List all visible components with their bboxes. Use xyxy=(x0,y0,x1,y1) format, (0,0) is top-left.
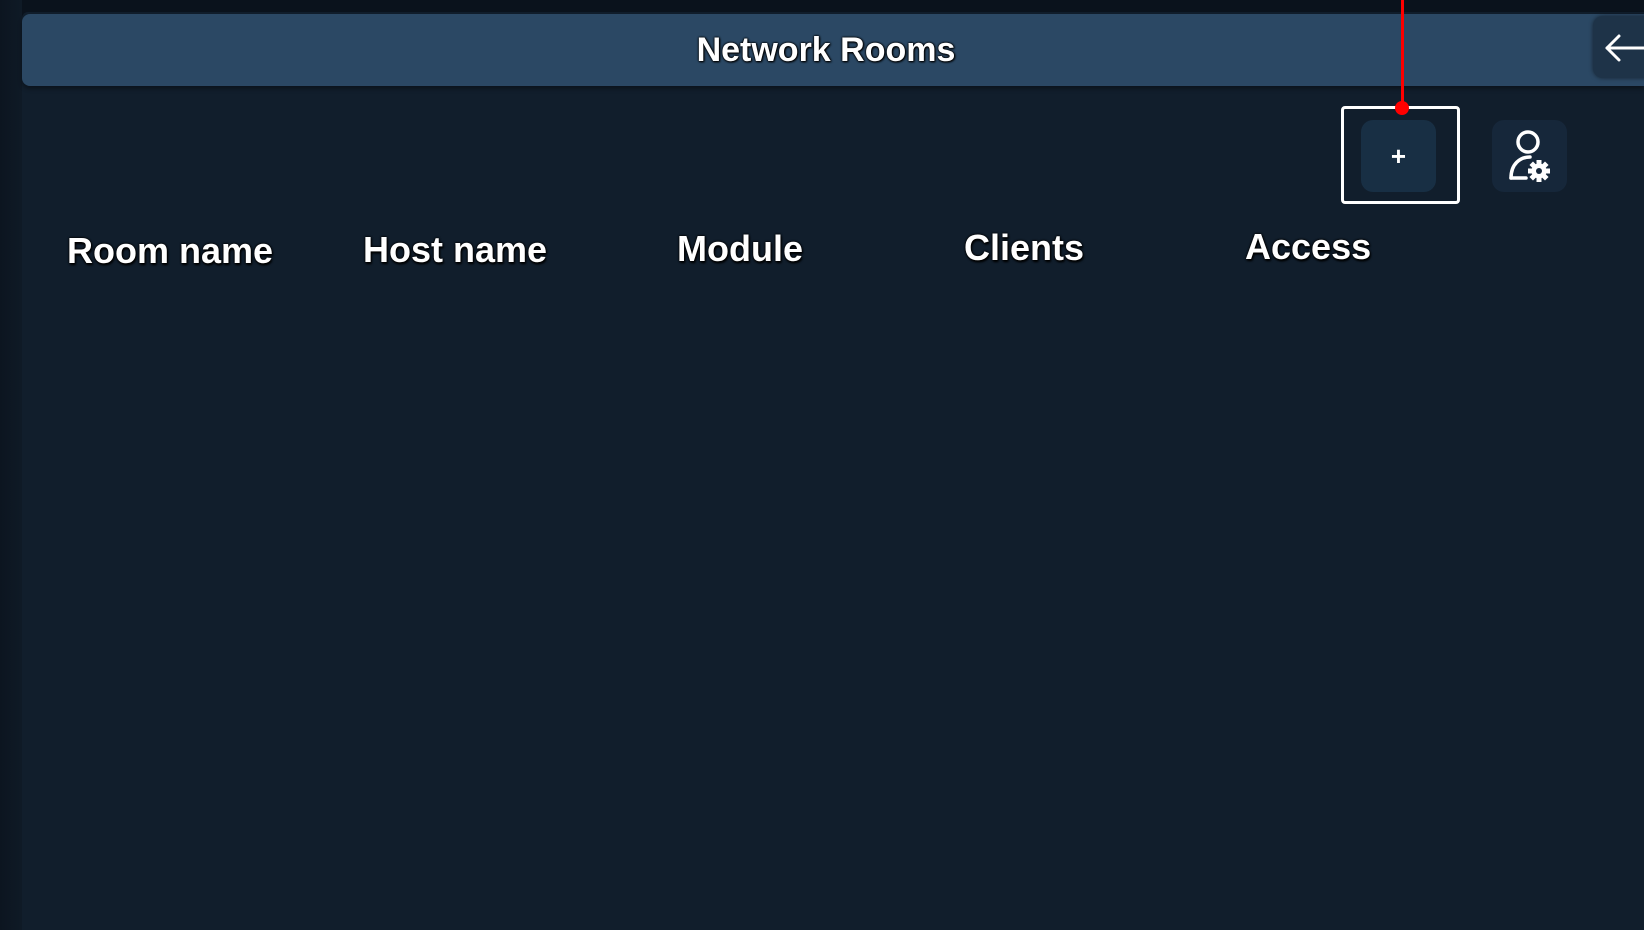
page-title: Network Rooms xyxy=(696,31,956,69)
user-settings-button[interactable] xyxy=(1492,120,1567,192)
back-arrow-icon xyxy=(1605,34,1644,62)
column-header-host-name: Host name xyxy=(363,229,548,270)
user-gear-icon xyxy=(1509,130,1550,182)
column-header-room-name: Room name xyxy=(67,230,274,271)
left-edge xyxy=(0,0,22,930)
back-button[interactable] xyxy=(1593,16,1644,78)
annotation-pointer-dot xyxy=(1395,101,1409,115)
column-header-module: Module xyxy=(677,228,803,269)
column-header-access: Access xyxy=(1245,226,1372,267)
annotation-pointer-line xyxy=(1401,0,1404,107)
column-header-clients: Clients xyxy=(964,227,1085,268)
add-room-button[interactable]: + xyxy=(1361,120,1436,192)
